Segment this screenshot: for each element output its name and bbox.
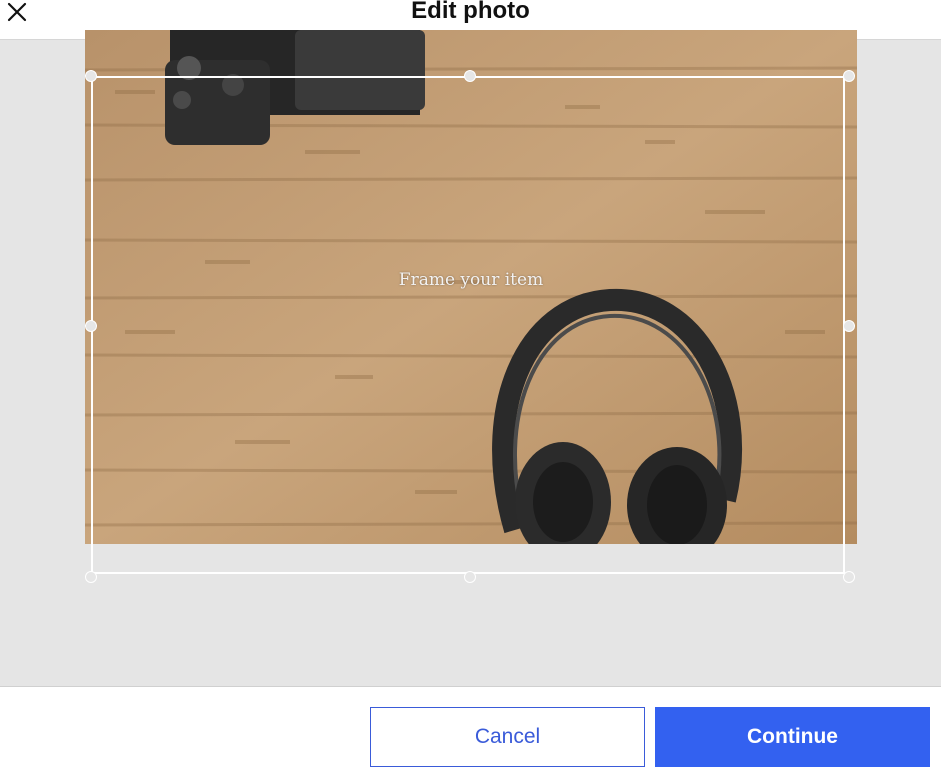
- crop-frame[interactable]: [91, 76, 845, 574]
- crop-handle-bottom-right[interactable]: [843, 571, 855, 583]
- dialog-footer: Cancel Continue: [0, 687, 941, 773]
- cancel-button[interactable]: Cancel: [370, 707, 645, 767]
- crop-handle-middle-left[interactable]: [85, 320, 97, 332]
- frame-hint-text: Frame your item: [398, 270, 544, 290]
- crop-handle-top-left[interactable]: [85, 70, 97, 82]
- crop-handle-bottom-left[interactable]: [85, 571, 97, 583]
- crop-handle-middle-right[interactable]: [843, 320, 855, 332]
- crop-handle-top-right[interactable]: [843, 70, 855, 82]
- crop-handle-top-center[interactable]: [464, 70, 476, 82]
- continue-button[interactable]: Continue: [655, 707, 930, 767]
- crop-handle-bottom-center[interactable]: [464, 571, 476, 583]
- dialog-title: Edit photo: [411, 0, 530, 24]
